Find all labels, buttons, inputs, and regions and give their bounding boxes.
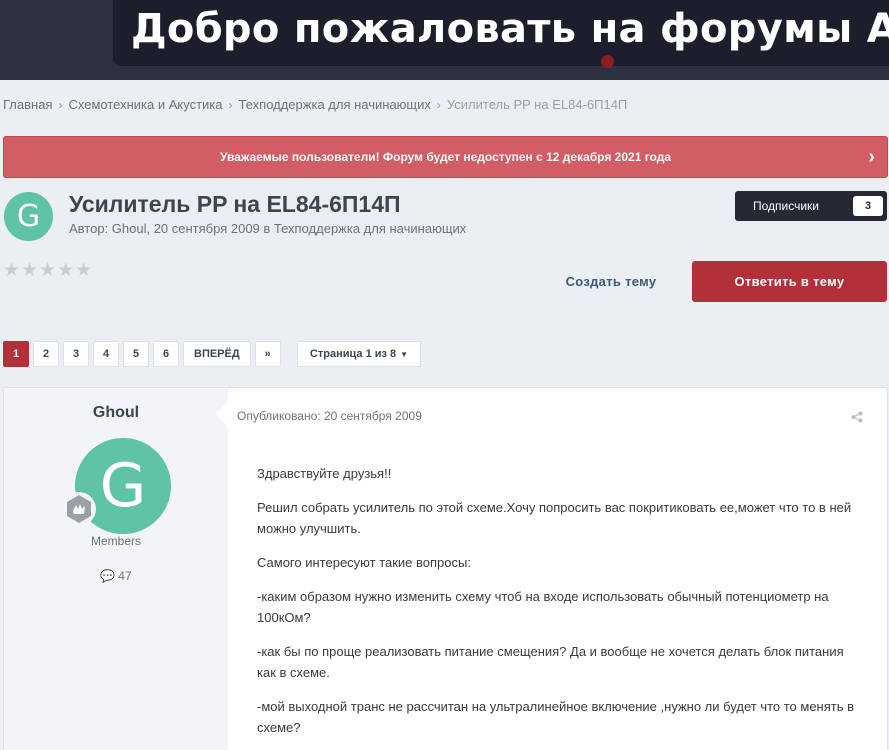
post-author-post-count: 💬 47	[4, 569, 228, 583]
pagination: 1 2 3 4 5 6 ВПЕРЁД »	[3, 341, 285, 367]
page-button-4[interactable]: 4	[93, 341, 119, 367]
post-date: Опубликовано: 20 сентября 2009	[237, 409, 422, 423]
page-button-2[interactable]: 2	[33, 341, 59, 367]
post-count-value: 47	[118, 569, 132, 583]
speech-bubble-icon: 💬	[100, 569, 116, 583]
next-page-button[interactable]: ВПЕРЁД	[183, 341, 251, 367]
author-panel-arrow	[216, 402, 228, 426]
banner-dot	[601, 55, 614, 68]
star-icon[interactable]: ★	[39, 260, 57, 281]
breadcrumb-current: Усилитель PP на EL84-6П14П	[446, 97, 628, 112]
page-button-5[interactable]: 5	[123, 341, 149, 367]
topic-title: Усилитель PP на EL84-6П14П	[69, 191, 401, 217]
subscribers-button[interactable]: Подписчики 3	[735, 191, 887, 221]
share-icon[interactable]	[851, 410, 863, 428]
last-page-button[interactable]: »	[254, 341, 281, 367]
post-author-name[interactable]: Ghoul	[4, 404, 228, 422]
caret-down-icon: ▼	[400, 349, 409, 359]
post-body: Здравствуйте друзья!! Решил собрать усил…	[257, 463, 857, 750]
announcement-text: Уважаемые пользователи! Форум будет недо…	[219, 150, 672, 164]
post-paragraph: Решил собрать усилитель по этой схеме.Хо…	[257, 500, 852, 536]
chevron-right-icon: ›	[58, 98, 63, 112]
page-of-label: Страница 1 из 8	[309, 348, 397, 360]
post-author-group: Members	[90, 534, 141, 548]
topic-author-avatar[interactable]: G	[4, 192, 53, 241]
subscribers-count: 3	[853, 196, 883, 216]
welcome-banner-text: Добро пожаловать на форумы Аудио	[131, 6, 889, 52]
announcement-bar[interactable]: Уважаемые пользователи! Форум будет недо…	[3, 136, 888, 178]
chevron-right-icon[interactable]: ›	[868, 146, 875, 169]
create-topic-button[interactable]: Создать тему	[548, 264, 674, 298]
chevron-right-icon: ›	[228, 98, 233, 112]
post-paragraph: -мой выходной транс не рассчитан на ульт…	[257, 699, 855, 735]
topic-rating[interactable]: ★★★★★	[3, 259, 93, 282]
breadcrumb-home[interactable]: Главная	[3, 97, 52, 112]
reply-topic-button[interactable]: Ответить в тему	[692, 261, 887, 302]
post-paragraph: -каким образом нужно изменить схему чтоб…	[257, 589, 829, 625]
site-header: Добро пожаловать на форумы Аудио	[0, 0, 889, 80]
page-jump-dropdown[interactable]: Страница 1 из 8 ▼	[297, 341, 421, 367]
topic-meta: Автор: Ghoul, 20 сентября 2009 в Техподд…	[69, 221, 467, 236]
breadcrumb: Главная › Схемотехника и Акустика › Техподде…	[3, 97, 627, 112]
post: Ghoul G Members 💬 47 Опубликовано: 20 сен…	[3, 387, 888, 750]
star-icon[interactable]: ★	[57, 260, 75, 281]
post-paragraph: -как бы по проще реализовать питание сме…	[257, 644, 844, 680]
subscribers-label: Подписчики	[753, 199, 820, 213]
star-icon[interactable]: ★	[3, 260, 21, 281]
star-icon[interactable]: ★	[75, 260, 93, 281]
breadcrumb-forum[interactable]: Техподдержка для начинающих	[239, 97, 431, 112]
post-paragraph: Самого интересуют такие вопросы:	[257, 555, 471, 570]
welcome-banner: Добро пожаловать на форумы Аудио	[113, 0, 889, 66]
page-button-6[interactable]: 6	[153, 341, 179, 367]
rank-badge-icon	[62, 492, 96, 526]
page-button-3[interactable]: 3	[63, 341, 89, 367]
star-icon[interactable]: ★	[21, 260, 39, 281]
chevron-right-icon: ›	[436, 98, 441, 112]
post-author-panel: Ghoul G Members 💬 47	[4, 388, 228, 750]
page-button-1[interactable]: 1	[3, 341, 29, 367]
post-paragraph: Здравствуйте друзья!!	[257, 466, 392, 481]
breadcrumb-section[interactable]: Схемотехника и Акустика	[68, 97, 222, 112]
